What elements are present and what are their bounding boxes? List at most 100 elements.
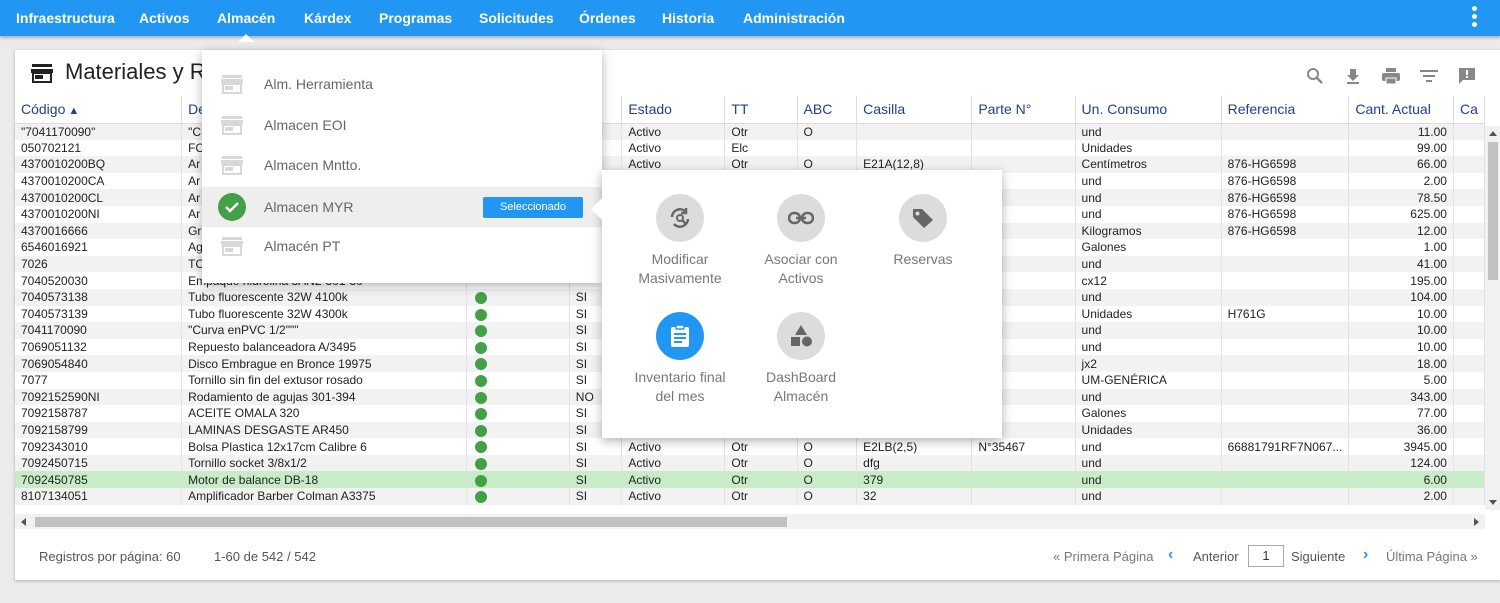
cell-casilla: E2LB(2,5) <box>856 438 973 455</box>
action-label: Modificar Masivamente <box>638 251 722 286</box>
cell-codigo: 8107134051 <box>15 488 183 505</box>
cell-ref <box>1221 255 1350 273</box>
scroll-left-icon[interactable] <box>21 518 26 526</box>
dropdown-item-almacen-pt[interactable]: Almacén PT <box>202 226 602 266</box>
col-un-consumo[interactable]: Un. Consumo <box>1075 96 1222 124</box>
page-number-input[interactable]: 1 <box>1248 545 1284 567</box>
cell-un: Unidades <box>1075 305 1222 323</box>
cell-tt: Otr <box>724 471 798 489</box>
first-page-link[interactable]: « Primera Página <box>1053 549 1153 564</box>
sort-asc-icon: ▲ <box>68 105 80 118</box>
cell-cant: 104.00 <box>1348 288 1454 306</box>
cell-cant: 625.00 <box>1348 205 1454 223</box>
col-parte[interactable]: Parte N° <box>971 96 1076 124</box>
nav-activos[interactable]: Activos <box>139 10 190 26</box>
action-label: Reservas <box>893 251 953 267</box>
selected-badge: Seleccionado <box>483 197 583 218</box>
action-dashboard-almacen[interactable]: DashBoard Almacén <box>741 312 861 406</box>
dropdown-item-alm-herramienta[interactable]: Alm. Herramienta <box>202 64 602 104</box>
cell-codigo: 4370010200NI <box>15 205 183 223</box>
nav-almacen[interactable]: Almacén <box>217 10 275 42</box>
cell-cant: 18.00 <box>1348 355 1454 372</box>
cell-codigo: "7041170090" <box>15 123 183 140</box>
warehouse-icon <box>221 75 243 94</box>
col-abc[interactable]: ABC <box>797 96 858 124</box>
cell-parte <box>971 488 1076 505</box>
scroll-up-icon[interactable] <box>1489 131 1497 136</box>
prev-chevron-icon[interactable]: ‹ <box>1168 546 1173 564</box>
more-menu-icon[interactable] <box>1472 6 1478 30</box>
records-per-page: Registros por página: 60 <box>39 549 181 564</box>
cell-desc: Repuesto balanceadora A/3495 <box>181 338 468 356</box>
cell-parte <box>971 139 1076 157</box>
cell-abc: O <box>797 454 858 472</box>
col-estado[interactable]: Estado <box>621 96 726 124</box>
nav-infraestructura[interactable]: Infraestructura <box>16 10 115 26</box>
next-page-link[interactable]: Siguiente <box>1291 549 1345 564</box>
status-cell <box>466 305 570 323</box>
cell-un: und <box>1075 471 1222 489</box>
cell-casilla <box>856 139 973 157</box>
table-row[interactable]: 7092450785 Motor de balance DB-18 SI Activo… <box>15 471 1485 489</box>
cell-un: und <box>1075 255 1222 273</box>
cell-ca <box>1453 272 1485 289</box>
action-inventario-final[interactable]: Inventario final del mes <box>620 312 740 406</box>
scroll-down-icon[interactable] <box>1489 500 1497 505</box>
next-chevron-icon[interactable]: › <box>1363 546 1368 564</box>
status-cell <box>466 471 570 489</box>
col-codigo[interactable]: Código ▲ <box>15 96 183 124</box>
feedback-icon[interactable] <box>1448 65 1486 87</box>
nav-ordenes[interactable]: Órdenes <box>579 10 636 26</box>
cell-cant: 77.00 <box>1348 405 1454 422</box>
link-icon <box>777 194 825 242</box>
last-page-link[interactable]: Última Página » <box>1386 549 1478 564</box>
col-cant-actual[interactable]: Cant. Actual <box>1348 96 1454 124</box>
cell-ca <box>1453 172 1485 190</box>
cell-ref: 876-HG6598 <box>1221 205 1350 223</box>
print-icon[interactable] <box>1372 65 1410 87</box>
cell-ref <box>1221 471 1350 489</box>
filter-icon[interactable] <box>1410 65 1448 87</box>
clipboard-icon <box>656 312 704 360</box>
nav-historia[interactable]: Historia <box>662 10 714 26</box>
horizontal-scrollbar[interactable] <box>15 514 1485 529</box>
prev-page-link[interactable]: Anterior <box>1193 549 1239 564</box>
cell-desc: Tornillo sin fin del extusor rosado <box>181 371 468 389</box>
cell-ref <box>1221 272 1350 289</box>
col-casilla[interactable]: Casilla <box>856 96 973 124</box>
nav-kardex[interactable]: Kárdex <box>304 10 351 26</box>
scroll-right-icon[interactable] <box>1474 518 1479 526</box>
table-row[interactable]: 7092343010 Bolsa Plastica 12x17cm Calibre… <box>15 438 1485 455</box>
vertical-scroll-thumb[interactable] <box>1488 142 1498 280</box>
nav-administracion[interactable]: Administración <box>743 10 845 26</box>
table-row[interactable]: 7092450715 Tornillo socket 3/8x1/2 SI Activ… <box>15 454 1485 472</box>
dropdown-item-almacen-eoi[interactable]: Almacen EOI <box>202 105 602 145</box>
cell-desc: Tubo fluorescente 32W 4300k <box>181 305 468 323</box>
col-referencia[interactable]: Referencia <box>1221 96 1350 124</box>
vertical-scrollbar[interactable] <box>1485 126 1500 510</box>
warehouse-icon <box>221 116 243 135</box>
action-modificar-masivamente[interactable]: Modificar Masivamente <box>620 194 740 288</box>
action-asociar-activos[interactable]: Asociar con Activos <box>741 194 861 288</box>
cell-cant: 3945.00 <box>1348 438 1454 455</box>
nav-programas[interactable]: Programas <box>379 10 452 26</box>
cell-ca <box>1453 139 1485 157</box>
table-row[interactable]: 8107134051 Amplificador Barber Colman A33… <box>15 488 1485 505</box>
cell-ref <box>1221 239 1350 256</box>
col-ca[interactable]: Ca <box>1453 96 1485 124</box>
action-reservas[interactable]: Reservas <box>863 194 983 269</box>
dropdown-item-almacen-myr[interactable]: Almacen MYR Seleccionado <box>202 187 602 227</box>
cell-codigo: 4370010200CL <box>15 189 183 206</box>
col-tt[interactable]: TT <box>724 96 798 124</box>
cell-codigo: 7026 <box>15 255 183 273</box>
download-icon[interactable] <box>1334 65 1372 87</box>
horizontal-scroll-thumb[interactable] <box>35 517 787 527</box>
search-icon[interactable] <box>1296 65 1334 87</box>
dropdown-item-almacen-mntto[interactable]: Almacen Mntto. <box>202 145 602 185</box>
check-circle-icon <box>218 193 246 221</box>
toolbar <box>1296 65 1486 87</box>
cell-ref: 876-HG6598 <box>1221 172 1350 190</box>
status-cell <box>466 322 570 339</box>
cell-ref <box>1221 322 1350 339</box>
nav-solicitudes[interactable]: Solicitudes <box>479 10 554 26</box>
